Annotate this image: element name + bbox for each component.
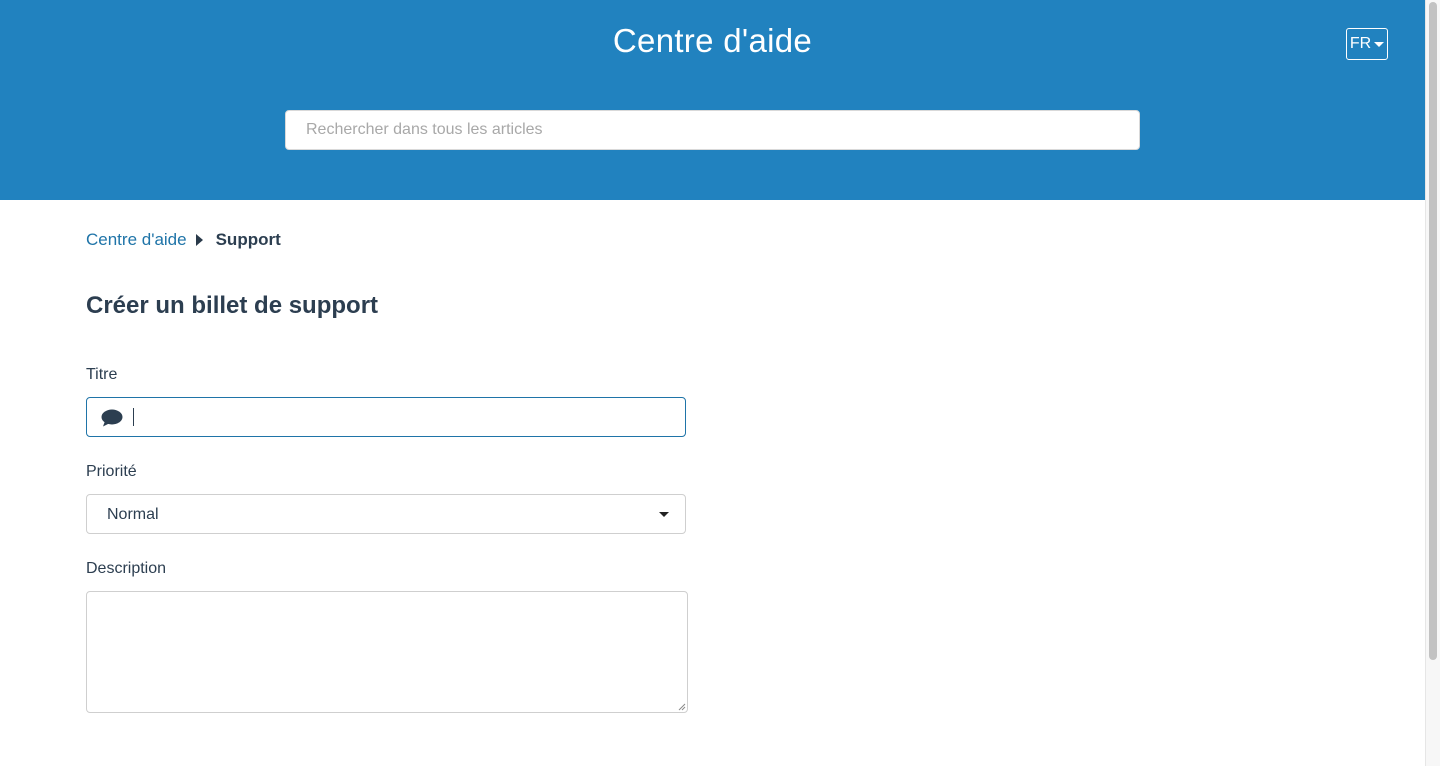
resize-grip-icon[interactable] <box>678 703 686 711</box>
description-textarea[interactable] <box>86 591 688 713</box>
priority-select[interactable]: Normal <box>86 494 686 534</box>
scrollbar-thumb[interactable] <box>1429 2 1437 660</box>
breadcrumb-home-link[interactable]: Centre d'aide <box>86 230 187 250</box>
page-title: Créer un billet de support <box>86 292 379 319</box>
title-input[interactable] <box>131 399 675 437</box>
language-dropdown-button[interactable]: FR <box>1346 28 1388 60</box>
speech-bubble-icon <box>101 409 123 427</box>
breadcrumb-current: Support <box>215 230 281 249</box>
title-field[interactable] <box>86 397 686 437</box>
header-banner: Centre d'aide FR <box>0 0 1425 200</box>
text-cursor <box>133 408 134 426</box>
chevron-down-icon <box>1374 41 1385 47</box>
breadcrumb-separator-icon <box>195 234 203 246</box>
priority-label: Priorité <box>86 463 137 480</box>
chevron-down-icon <box>659 512 669 517</box>
title-label: Titre <box>86 366 118 383</box>
breadcrumb: Centre d'aide Support <box>86 230 281 250</box>
site-title: Centre d'aide <box>612 22 813 59</box>
priority-selected-value: Normal <box>107 506 159 523</box>
language-label: FR <box>1349 35 1372 52</box>
search-input[interactable] <box>285 110 1140 150</box>
description-label: Description <box>86 560 167 577</box>
help-center-page: Centre d'aide FR Centre d'aide Support C… <box>0 0 1425 766</box>
